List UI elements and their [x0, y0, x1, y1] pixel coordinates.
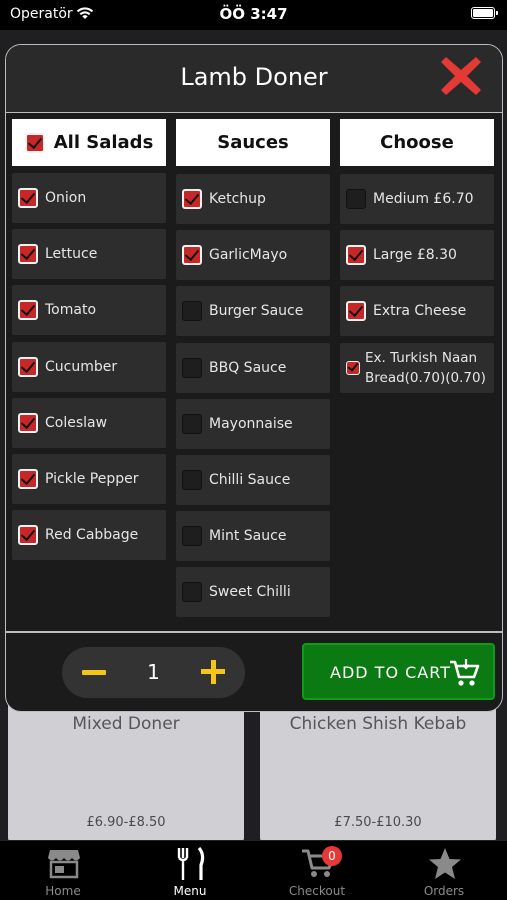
- option-checkbox[interactable]: [182, 413, 202, 434]
- option-label: Onion: [45, 190, 87, 206]
- option-checkbox[interactable]: [18, 300, 38, 321]
- option-checkbox[interactable]: [182, 245, 202, 266]
- salads-option[interactable]: Lettuce: [12, 229, 166, 280]
- option-checkbox[interactable]: [346, 360, 360, 375]
- option-checkbox[interactable]: [346, 245, 366, 266]
- salads-option[interactable]: Tomato: [12, 285, 166, 336]
- sauces-option[interactable]: GarlicMayo: [176, 230, 330, 281]
- option-checkbox[interactable]: [18, 525, 38, 546]
- choose-option[interactable]: Ex. Turkish Naan Bread(0.70)(0.70): [340, 342, 494, 393]
- salads-option[interactable]: Cucumber: [12, 341, 166, 392]
- option-checkbox[interactable]: [18, 244, 38, 265]
- option-label: Red Cabbage: [45, 527, 139, 544]
- salads-header-button[interactable]: All Salads: [12, 119, 166, 166]
- option-checkbox[interactable]: [18, 469, 38, 489]
- sauces-header-label: Sauces: [217, 132, 289, 153]
- choose-option[interactable]: Extra Cheese: [340, 286, 494, 337]
- menu-card-name: Mixed Doner: [72, 714, 180, 734]
- cart-count-badge: 0: [322, 846, 342, 866]
- option-checkbox[interactable]: [182, 189, 202, 209]
- choose-option[interactable]: Large £8.30: [340, 230, 494, 281]
- sauces-option[interactable]: Mayonnaise: [176, 398, 330, 449]
- menu-card-chicken-shish[interactable]: Chicken Shish Kebab £7.50-£10.30: [260, 702, 496, 842]
- option-label: Sweet Chilli: [209, 584, 291, 601]
- sauces-option[interactable]: Burger Sauce: [176, 286, 330, 337]
- option-label: Extra Cheese: [373, 303, 467, 320]
- tab-label: Home: [45, 884, 81, 898]
- tab-bar: Home Menu 0 Checkout Orders: [0, 840, 507, 900]
- tab-checkout[interactable]: 0 Checkout: [254, 841, 380, 900]
- option-label: BBQ Sauce: [209, 359, 287, 376]
- menu-card-mixed-doner[interactable]: Mixed Doner £6.90-£8.50: [8, 702, 244, 842]
- modal-title: Lamb Doner: [180, 63, 328, 91]
- fork-knife-icon: [177, 847, 205, 880]
- salads-option[interactable]: Onion: [12, 173, 166, 223]
- menu-card-price: £6.90-£8.50: [86, 815, 166, 830]
- option-checkbox[interactable]: [182, 526, 202, 547]
- salads-option[interactable]: Red Cabbage: [12, 510, 166, 561]
- option-checkbox[interactable]: [346, 301, 366, 322]
- option-checkbox[interactable]: [182, 357, 202, 378]
- store-icon: [48, 850, 80, 879]
- tab-label: Menu: [173, 884, 207, 898]
- option-checkbox[interactable]: [18, 188, 38, 208]
- option-checkbox[interactable]: [182, 301, 202, 322]
- sauces-option[interactable]: Sweet Chilli: [176, 567, 330, 618]
- option-label: Mayonnaise: [209, 415, 293, 432]
- tab-orders[interactable]: Orders: [381, 841, 507, 900]
- cart-add-icon: [450, 659, 480, 686]
- option-label: Medium £6.70: [373, 191, 474, 207]
- menu-card-price: £7.50-£10.30: [334, 815, 422, 830]
- option-label: Ex. Turkish Naan Bread(0.70)(0.70): [365, 349, 486, 386]
- option-checkbox[interactable]: [182, 470, 202, 490]
- option-label: Tomato: [45, 302, 97, 319]
- tab-menu[interactable]: Menu: [127, 841, 253, 900]
- option-checkbox[interactable]: [182, 582, 202, 603]
- footer-divider: [6, 631, 502, 633]
- salads-option[interactable]: Coleslaw: [12, 397, 166, 448]
- choose-header: Choose: [340, 119, 494, 166]
- option-checkbox[interactable]: [18, 356, 38, 377]
- salads-option[interactable]: Pickle Pepper: [12, 454, 166, 504]
- status-bar: Operatör ÖÖ 3:47: [0, 0, 507, 30]
- option-label: Mint Sauce: [209, 528, 287, 545]
- sauces-option[interactable]: Mint Sauce: [176, 511, 330, 562]
- clock: ÖÖ 3:47: [219, 5, 288, 23]
- choose-header-label: Choose: [380, 132, 454, 153]
- star-icon: [429, 848, 461, 879]
- product-options-modal: Lamb Doner All Salads Sauces Choose Onio…: [5, 44, 503, 712]
- option-label: Chilli Sauce: [209, 472, 291, 488]
- tab-home[interactable]: Home: [0, 841, 126, 900]
- add-to-cart-label: ADD TO CART: [330, 663, 451, 682]
- option-label: Ketchup: [209, 191, 266, 207]
- sauces-header: Sauces: [176, 119, 330, 166]
- plus-icon[interactable]: [201, 660, 225, 684]
- option-label: Large £8.30: [373, 247, 457, 264]
- modal-header: Lamb Doner: [6, 45, 502, 113]
- option-checkbox[interactable]: [18, 412, 38, 433]
- option-label: GarlicMayo: [209, 247, 288, 264]
- option-checkbox[interactable]: [346, 189, 366, 209]
- quantity-stepper: 1: [62, 647, 245, 698]
- salads-header-label: All Salads: [53, 132, 154, 153]
- tab-label: Orders: [423, 884, 465, 898]
- menu-card-name: Chicken Shish Kebab: [289, 714, 467, 734]
- close-icon[interactable]: [438, 53, 484, 99]
- all-salads-checkbox[interactable]: [24, 132, 45, 153]
- tab-label: Checkout: [288, 884, 346, 898]
- choose-option[interactable]: Medium £6.70: [340, 174, 494, 224]
- option-label: Lettuce: [45, 246, 98, 263]
- add-to-cart-button[interactable]: ADD TO CART: [302, 643, 495, 700]
- sauces-option[interactable]: Chilli Sauce: [176, 455, 330, 505]
- battery-icon: [471, 7, 498, 19]
- sauces-option[interactable]: BBQ Sauce: [176, 342, 330, 393]
- option-label: Burger Sauce: [209, 303, 304, 320]
- sauces-option[interactable]: Ketchup: [176, 174, 330, 224]
- option-label: Coleslaw: [45, 414, 108, 431]
- option-label: Pickle Pepper: [45, 471, 139, 487]
- option-label: Cucumber: [45, 358, 118, 375]
